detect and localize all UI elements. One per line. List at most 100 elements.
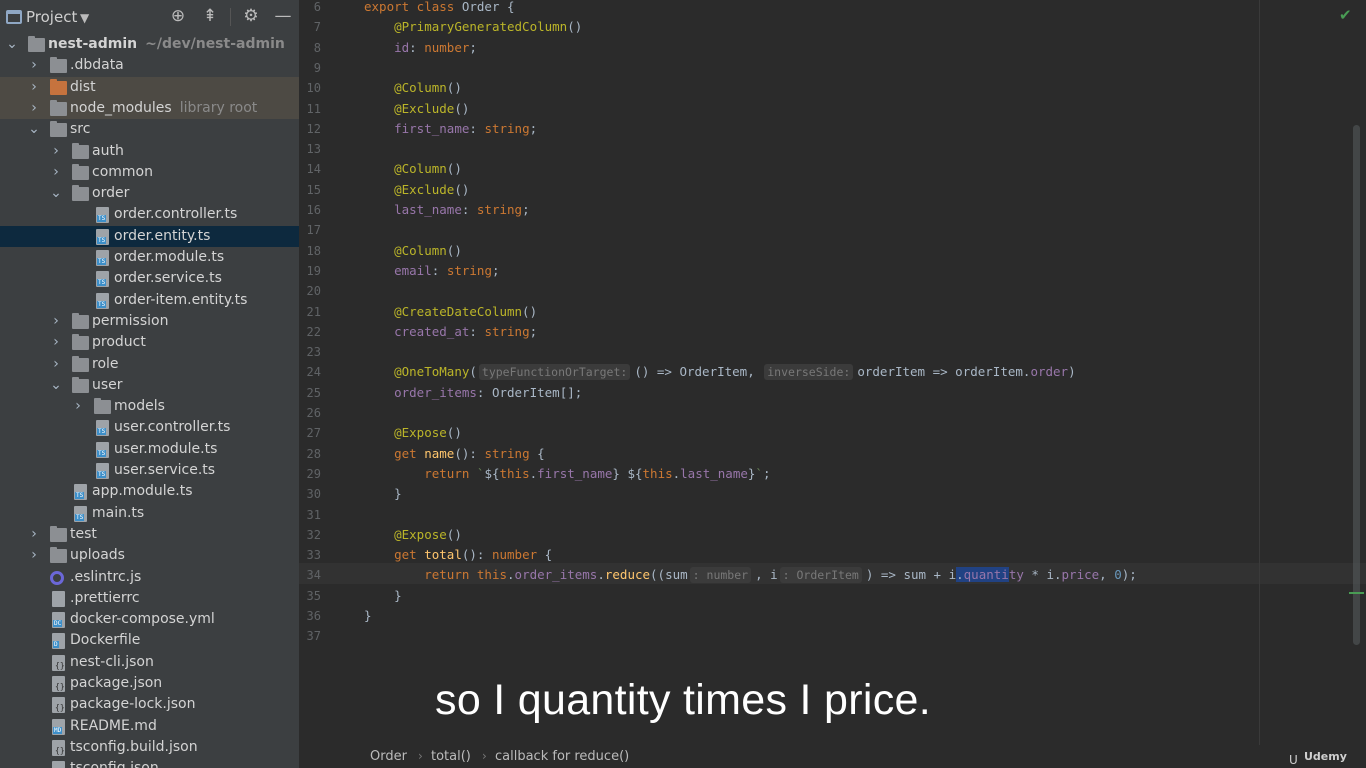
code-line[interactable]: }	[364, 484, 402, 504]
code-line[interactable]: @PrimaryGeneratedColumn()	[364, 17, 582, 37]
right-margin-guide	[1259, 0, 1260, 745]
code-line[interactable]: email: string;	[364, 261, 499, 281]
tree-item[interactable]: ⌄ order	[0, 183, 299, 204]
chevron-right-icon[interactable]: ›	[50, 141, 62, 162]
minimize-icon[interactable]: —	[272, 5, 294, 27]
tree-item[interactable]: TS order.service.ts	[0, 268, 299, 289]
folder-icon	[72, 142, 89, 159]
chevron-right-icon[interactable]: ›	[28, 77, 40, 98]
code-line[interactable]: get name(): string {	[364, 444, 545, 464]
chevron-right-icon[interactable]: ›	[28, 545, 40, 566]
chevron-down-icon[interactable]: ▼	[80, 11, 89, 25]
tree-item[interactable]: › permission	[0, 311, 299, 332]
code-line[interactable]: get total(): number {	[364, 545, 552, 565]
crosshair-icon[interactable]: ⊕	[167, 5, 189, 27]
tree-item[interactable]: TS order-item.entity.ts	[0, 290, 299, 311]
code-line[interactable]: @Expose()	[364, 525, 462, 545]
typescript-file-icon: TS	[96, 292, 109, 309]
tree-item[interactable]: TS user.service.ts	[0, 460, 299, 481]
chevron-right-icon[interactable]: ›	[50, 332, 62, 353]
tree-item[interactable]: TS user.controller.ts	[0, 417, 299, 438]
chevron-right-icon[interactable]: ›	[50, 354, 62, 375]
code-line[interactable]: order_items: OrderItem[];	[364, 383, 582, 403]
tree-item[interactable]: ⌄ user	[0, 375, 299, 396]
collapse-all-icon[interactable]: ⇞	[199, 5, 221, 27]
breadcrumb-separator: ›	[418, 749, 423, 763]
code-line[interactable]: first_name: string;	[364, 119, 537, 139]
chevron-down-icon[interactable]: ⌄	[28, 119, 40, 140]
code-line[interactable]: @Column()	[364, 78, 462, 98]
code-line[interactable]: last_name: string;	[364, 200, 529, 220]
code-line[interactable]: @Expose()	[364, 423, 462, 443]
tree-item[interactable]: › models	[0, 396, 299, 417]
chevron-right-icon[interactable]: ›	[28, 524, 40, 545]
code-line[interactable]: }	[364, 606, 372, 626]
project-view-selector[interactable]: Project	[26, 8, 77, 26]
tree-item[interactable]: TS main.ts	[0, 503, 299, 524]
folder-icon	[72, 376, 89, 393]
gear-icon[interactable]: ⚙	[240, 5, 262, 27]
line-number: 12	[306, 121, 321, 136]
tree-item[interactable]: TS user.module.ts	[0, 439, 299, 460]
code-line[interactable]: return `${this.first_name} ${this.last_n…	[364, 464, 770, 484]
code-line[interactable]: return this.order_items.reduce((sum: num…	[364, 565, 1137, 585]
line-number: 25	[306, 385, 321, 400]
folder-icon	[72, 334, 89, 351]
inspection-ok-icon[interactable]: ✔	[1339, 6, 1352, 24]
json-file-icon: {}	[52, 761, 65, 768]
code-line[interactable]: export class Order {	[364, 0, 515, 17]
code-line[interactable]: @Exclude()	[364, 99, 469, 119]
code-line[interactable]: @Column()	[364, 241, 462, 261]
code-line[interactable]: }	[364, 586, 402, 606]
code-line[interactable]: id: number;	[364, 38, 477, 58]
tree-item-label: nest-admin ~/dev/nest-admin	[48, 36, 285, 52]
tree-item-label: app.module.ts	[92, 483, 193, 500]
tree-item[interactable]: ⌄ nest-admin ~/dev/nest-admin	[0, 34, 299, 55]
tree-item[interactable]: › product	[0, 332, 299, 353]
tree-item[interactable]: ⌄ src	[0, 119, 299, 140]
tree-item[interactable]: TS order.controller.ts	[0, 204, 299, 225]
line-number: 36	[306, 609, 321, 623]
tree-item[interactable]: › uploads	[0, 545, 299, 566]
chevron-right-icon[interactable]: ›	[50, 162, 62, 183]
code-line[interactable]: @Column()	[364, 159, 462, 179]
code-line[interactable]: created_at: string;	[364, 322, 537, 342]
tree-item[interactable]: D Dockerfile	[0, 630, 299, 651]
code-line[interactable]: @Exclude()	[364, 180, 469, 200]
tree-item[interactable]: {} nest-cli.json	[0, 652, 299, 673]
tree-item[interactable]: › common	[0, 162, 299, 183]
tree-item[interactable]: › test	[0, 524, 299, 545]
tree-item[interactable]: TS order.entity.ts	[0, 225, 299, 247]
code-editor[interactable]: 6 7 8 9 10 11 12 13 14 15 16 17 18 19 20 21 22 23 24 25 26 27…	[299, 0, 1366, 745]
tree-item[interactable]: › auth	[0, 141, 299, 162]
tree-item[interactable]: DC docker-compose.yml	[0, 609, 299, 630]
tree-item[interactable]: › dist	[0, 76, 299, 98]
tree-item[interactable]: .eslintrc.js	[0, 567, 299, 588]
chevron-right-icon[interactable]: ›	[28, 98, 40, 119]
line-number: 6	[313, 0, 321, 14]
chevron-right-icon[interactable]: ›	[72, 396, 84, 417]
editor-scrollbar[interactable]	[1353, 125, 1360, 645]
code-line[interactable]: @OneToMany(typeFunctionOrTarget:() => Or…	[364, 362, 1076, 382]
folder-icon	[50, 57, 67, 74]
breadcrumb-item-method[interactable]: total()	[431, 745, 471, 768]
breadcrumb-item-class[interactable]: Order	[370, 745, 407, 768]
tree-item-label: uploads	[70, 547, 125, 564]
tree-item[interactable]: .prettierrc	[0, 588, 299, 609]
tree-item[interactable]: TS order.module.ts	[0, 247, 299, 268]
breadcrumb-item-callback[interactable]: callback for reduce()	[495, 745, 629, 768]
tree-item[interactable]: › .dbdata	[0, 55, 299, 76]
line-number: 30	[306, 487, 321, 502]
tree-item[interactable]: › role	[0, 354, 299, 375]
chevron-down-icon[interactable]: ⌄	[50, 375, 62, 396]
tree-item[interactable]: {} tsconfig.build.json	[0, 737, 299, 758]
chevron-right-icon[interactable]: ›	[50, 311, 62, 332]
chevron-right-icon[interactable]: ›	[28, 55, 40, 76]
typescript-file-icon: TS	[96, 250, 109, 266]
chevron-down-icon[interactable]: ⌄	[6, 34, 18, 55]
code-line[interactable]: @CreateDateColumn()	[364, 302, 537, 322]
tree-item[interactable]: TS app.module.ts	[0, 481, 299, 502]
chevron-down-icon[interactable]: ⌄	[50, 183, 62, 204]
tree-item[interactable]: › node_modules library root	[0, 97, 299, 119]
tree-item[interactable]: {} tsconfig.json	[0, 758, 299, 768]
